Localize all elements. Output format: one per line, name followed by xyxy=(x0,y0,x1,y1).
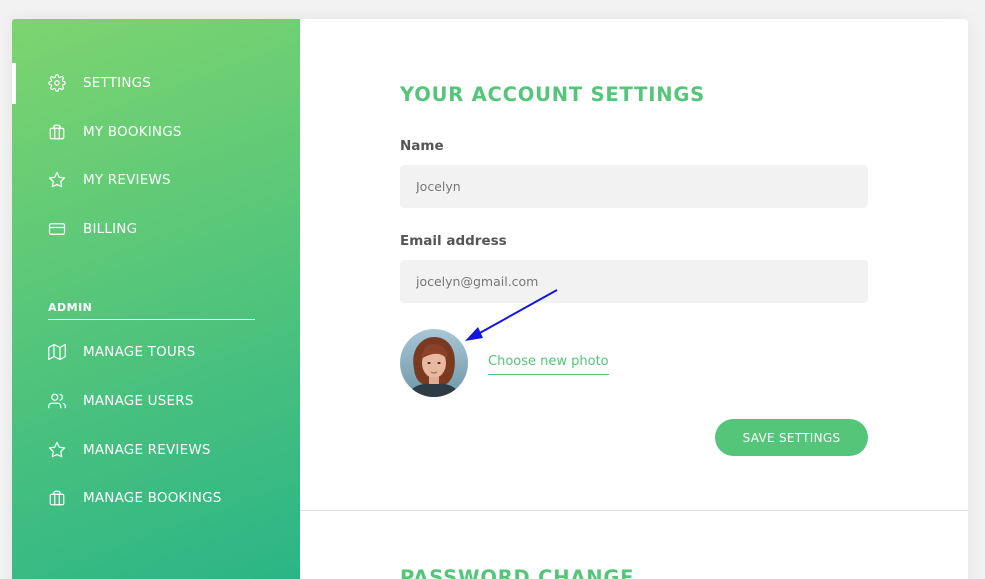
section-divider xyxy=(300,510,968,511)
briefcase-icon xyxy=(48,489,66,507)
sidebar-item-label: BILLING xyxy=(83,221,138,237)
sidebar-item-label: MY BOOKINGS xyxy=(83,124,182,140)
star-icon xyxy=(48,171,66,189)
avatar xyxy=(400,329,468,397)
admin-heading: ADMIN xyxy=(48,301,255,320)
users-icon xyxy=(48,392,66,410)
briefcase-icon xyxy=(48,123,66,141)
star-icon xyxy=(48,441,66,459)
map-icon xyxy=(48,343,66,361)
sidebar-item-manage-bookings[interactable]: MANAGE BOOKINGS xyxy=(48,486,222,510)
name-label: Name xyxy=(400,138,444,154)
email-label: Email address xyxy=(400,233,507,249)
email-field[interactable] xyxy=(400,260,868,303)
sidebar-item-billing[interactable]: BILLING xyxy=(48,217,137,241)
sidebar-item-label: MANAGE REVIEWS xyxy=(83,442,211,458)
name-field[interactable] xyxy=(400,165,868,208)
sidebar-item-my-bookings[interactable]: MY BOOKINGS xyxy=(48,120,182,144)
sidebar: SETTINGS MY BOOKINGS MY REVIEWS BILLING … xyxy=(12,19,300,579)
sidebar-item-manage-tours[interactable]: MANAGE TOURS xyxy=(48,340,195,364)
sidebar-item-label: SETTINGS xyxy=(83,75,152,91)
sidebar-item-label: MANAGE TOURS xyxy=(83,344,196,360)
sidebar-item-label: MANAGE USERS xyxy=(83,393,194,409)
sidebar-item-label: MANAGE BOOKINGS xyxy=(83,490,222,506)
gear-icon xyxy=(48,74,66,92)
page-title: YOUR ACCOUNT SETTINGS xyxy=(400,83,706,106)
password-section-title: PASSWORD CHANGE xyxy=(400,566,635,579)
account-card: SETTINGS MY BOOKINGS MY REVIEWS BILLING … xyxy=(12,19,968,579)
save-settings-button[interactable]: SAVE SETTINGS xyxy=(715,419,868,456)
active-indicator xyxy=(12,63,16,104)
sidebar-item-manage-users[interactable]: MANAGE USERS xyxy=(48,389,194,413)
sidebar-item-label: MY REVIEWS xyxy=(83,172,171,188)
choose-photo-link[interactable]: Choose new photo xyxy=(488,354,609,375)
sidebar-item-settings[interactable]: SETTINGS xyxy=(48,71,151,95)
sidebar-item-my-reviews[interactable]: MY REVIEWS xyxy=(48,168,171,192)
sidebar-item-manage-reviews[interactable]: MANAGE REVIEWS xyxy=(48,438,211,462)
settings-panel: YOUR ACCOUNT SETTINGS Name Email address xyxy=(300,19,968,579)
credit-card-icon xyxy=(48,220,66,238)
